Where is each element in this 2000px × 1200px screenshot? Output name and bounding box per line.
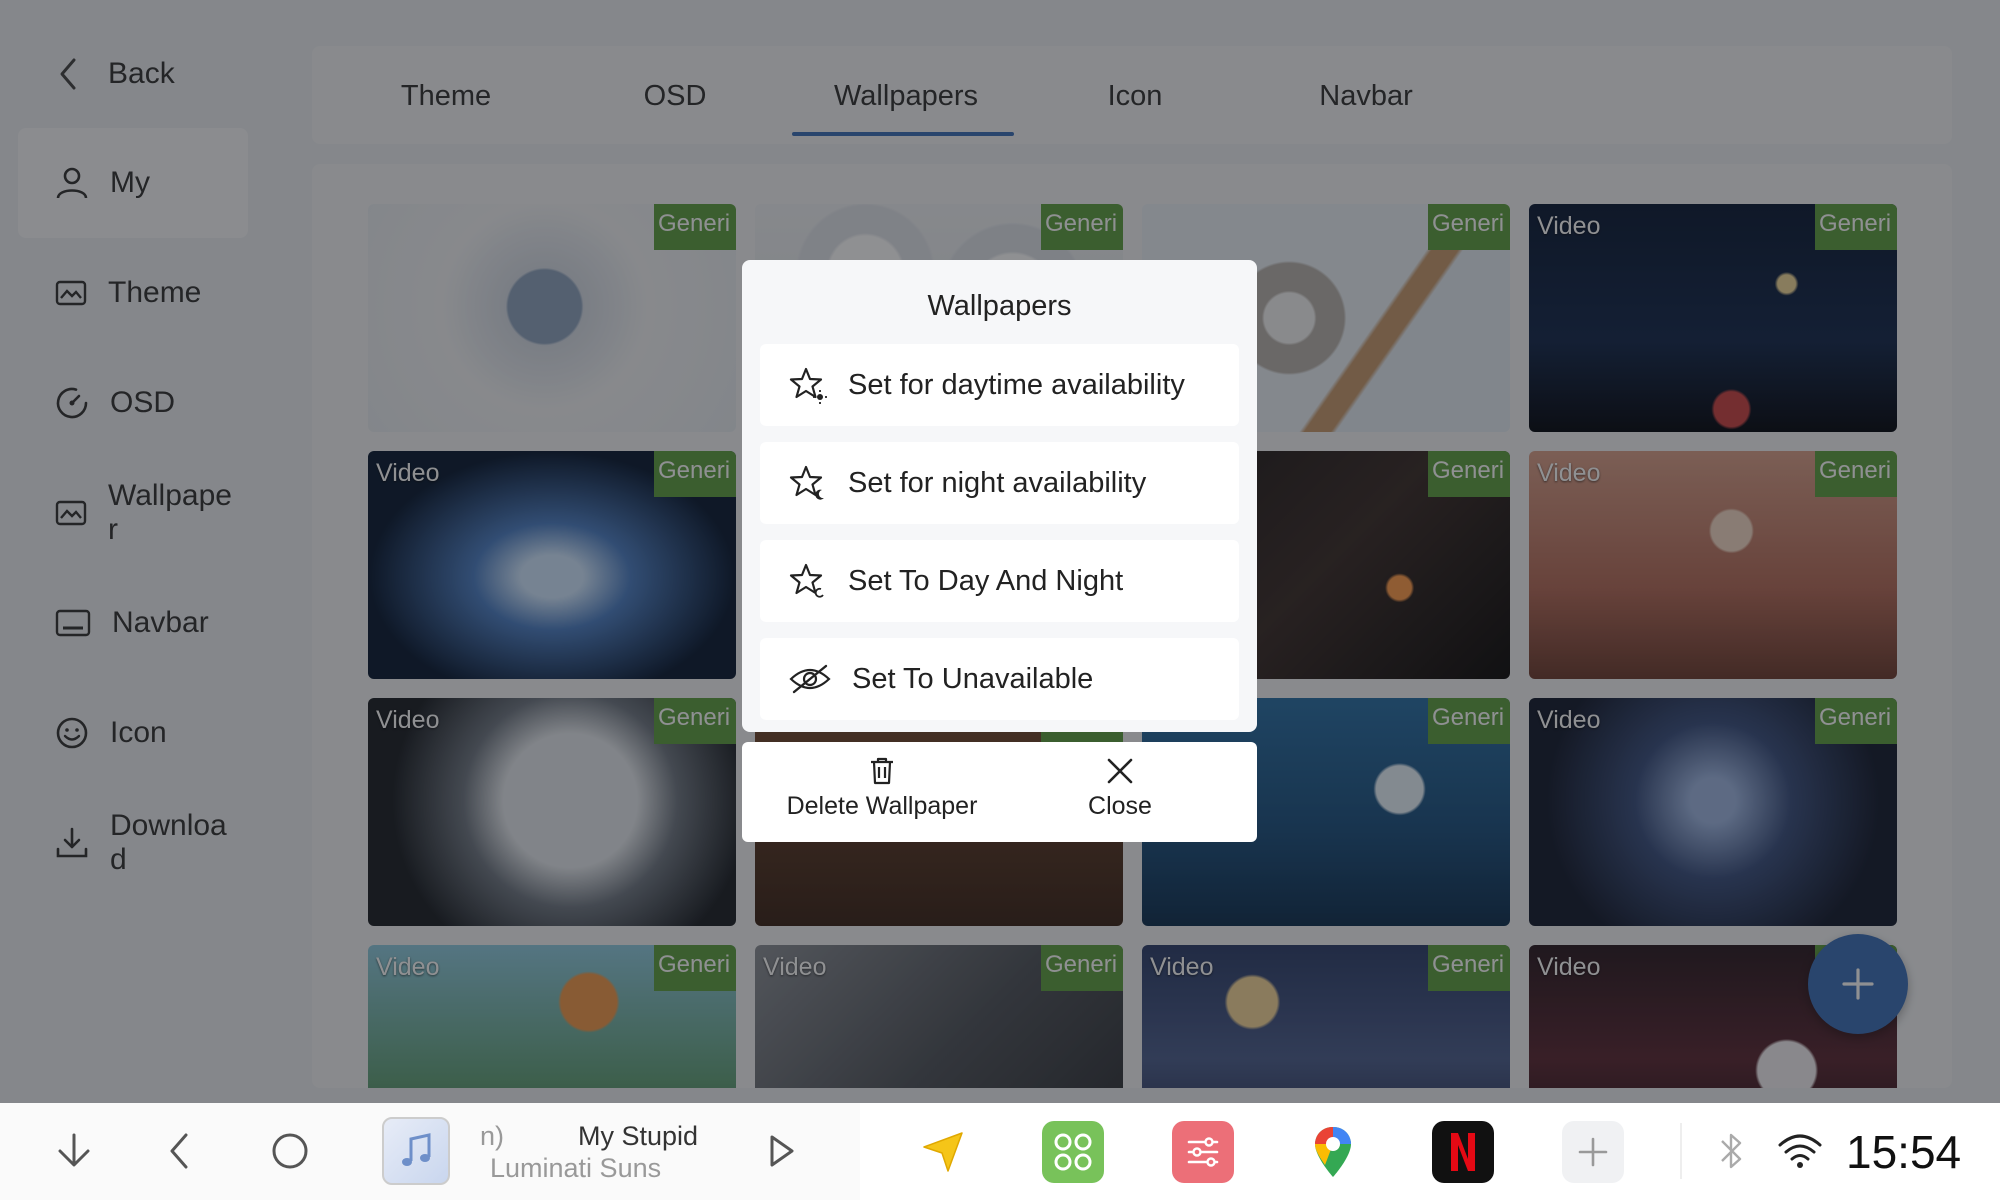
sliders-icon (1187, 1137, 1219, 1167)
wifi-icon (1778, 1134, 1822, 1168)
option-label: Set To Day And Night (848, 564, 1124, 597)
apps-grid-icon (1054, 1133, 1092, 1171)
play-icon (770, 1135, 794, 1167)
bluetooth-icon (1721, 1133, 1742, 1169)
play-button[interactable] (760, 1123, 800, 1179)
home-circle-icon (272, 1133, 308, 1169)
clock: 15:54 (1846, 1126, 1962, 1178)
netflix-logo-icon (1451, 1133, 1475, 1171)
map-pin-icon (1315, 1127, 1351, 1177)
set-night-option[interactable]: Set for night availability (760, 442, 1239, 524)
wallpaper-options-dialog: Wallpapers Set for daytime availability … (742, 260, 1257, 732)
nav-back-button[interactable] (160, 1123, 200, 1179)
app-navigation[interactable] (912, 1121, 974, 1183)
wifi-status[interactable] (1776, 1123, 1824, 1179)
option-label: Set To Unavailable (852, 662, 1094, 695)
star-moon-icon (789, 465, 824, 500)
divider (1680, 1123, 1682, 1179)
delete-wallpaper-button[interactable]: Delete Wallpaper (762, 756, 1002, 832)
collapse-button[interactable] (50, 1123, 98, 1179)
close-icon (1107, 758, 1133, 784)
dialog-title: Wallpapers (927, 290, 1072, 322)
set-daytime-option[interactable]: Set for daytime availability (760, 344, 1239, 426)
app-equalizer[interactable] (1172, 1121, 1234, 1183)
system-taskbar: n) My Stupid Luminati Suns 15:54 (0, 1103, 2000, 1200)
eye-off-icon (789, 664, 831, 694)
star-sun-icon (789, 367, 827, 404)
app-maps[interactable] (1302, 1121, 1364, 1183)
track-fragment: n) (480, 1121, 505, 1151)
star-icon (789, 563, 824, 598)
album-art[interactable] (382, 1117, 450, 1185)
bluetooth-status[interactable] (1716, 1123, 1746, 1179)
option-label: Set for night availability (848, 466, 1147, 499)
close-label: Close (1088, 792, 1152, 820)
app-netflix[interactable] (1432, 1121, 1494, 1183)
option-label: Set for daytime availability (848, 368, 1185, 401)
delete-label: Delete Wallpaper (786, 792, 978, 820)
trash-icon (871, 757, 893, 785)
dialog-footer: Delete Wallpaper Close (742, 742, 1257, 842)
chevron-down-icon (58, 1133, 90, 1167)
track-artist: Luminati Suns (490, 1153, 662, 1183)
close-button[interactable]: Close (1000, 756, 1240, 832)
chevron-left-icon (170, 1133, 188, 1169)
navigation-arrow-icon (923, 1132, 963, 1172)
set-day-and-night-option[interactable]: Set To Day And Night (760, 540, 1239, 622)
app-launcher[interactable] (1042, 1121, 1104, 1183)
add-app-button[interactable] (1562, 1121, 1624, 1183)
plus-icon (1578, 1137, 1608, 1167)
set-unavailable-option[interactable]: Set To Unavailable (760, 638, 1239, 720)
track-title: My Stupid (578, 1121, 699, 1151)
music-note-icon (402, 1133, 431, 1166)
nav-home-button[interactable] (266, 1123, 314, 1179)
